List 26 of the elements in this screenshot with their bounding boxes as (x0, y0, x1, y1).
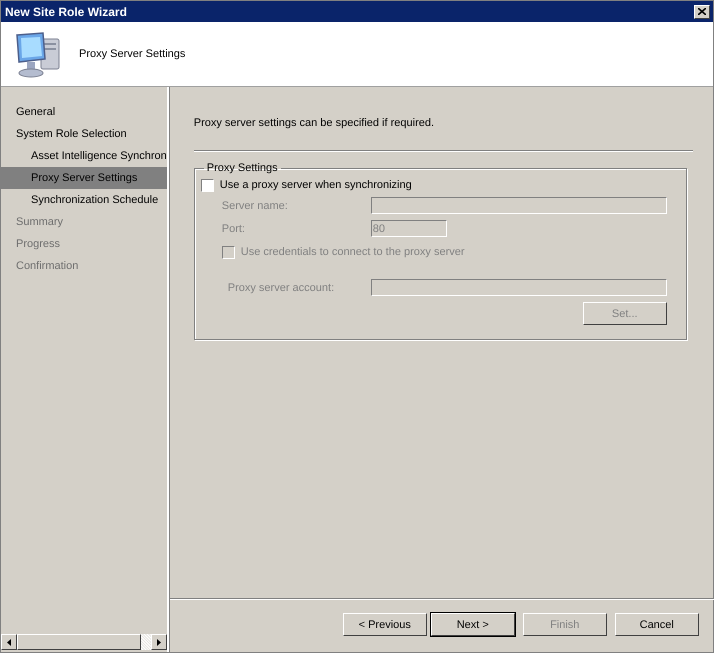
scrollbar-track[interactable] (141, 634, 151, 650)
group-title: Proxy Settings (206, 162, 279, 174)
window-title: New Site Role Wizard (5, 4, 127, 18)
nav-item[interactable]: Proxy Server Settings (1, 167, 167, 189)
scrollbar-thumb[interactable] (17, 634, 141, 650)
scroll-left-button[interactable] (1, 634, 17, 650)
checkbox-label: Use credentials to connect to the proxy server (240, 246, 465, 258)
close-button[interactable] (694, 4, 710, 18)
field-label: Server name: (222, 200, 289, 212)
right-arrow-icon (156, 638, 161, 646)
field-label: Port: (222, 222, 246, 234)
close-icon (698, 8, 706, 15)
nav-item[interactable]: Asset Intelligence Synchron (1, 145, 167, 167)
scroll-right-button[interactable] (150, 634, 167, 650)
nav-item[interactable]: Synchronization Schedule (1, 189, 167, 211)
nav-item[interactable]: System Role Selection (1, 123, 167, 145)
wizard-button[interactable]: < Previous (342, 613, 427, 636)
wizard-button[interactable]: Cancel (614, 613, 699, 636)
left-arrow-icon (7, 638, 11, 646)
checkbox[interactable] (200, 178, 214, 192)
checkbox-label: Use a proxy server when synchronizing (220, 179, 412, 191)
nav-item[interactable]: General (1, 101, 167, 123)
description-text: Proxy server settings can be specified if required. (194, 117, 436, 129)
field-label: Proxy server account: (228, 282, 336, 294)
page-heading: Proxy Server Settings (79, 48, 186, 60)
wizard-button[interactable]: Next > (430, 613, 515, 636)
